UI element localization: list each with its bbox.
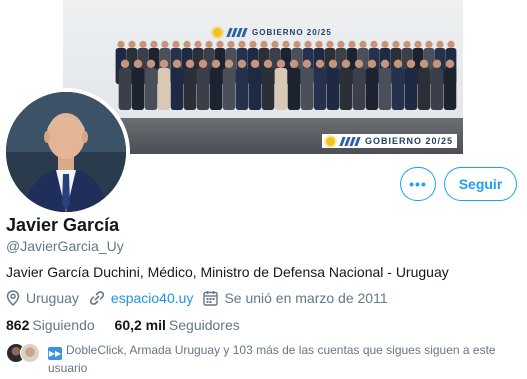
profile-meta: Uruguay espacio40.uy Se unió en marzo de…: [6, 290, 398, 306]
government-logo-top: GOBIERNO 20/25: [213, 28, 332, 37]
following-stat[interactable]: 862 Siguiendo: [6, 317, 95, 333]
location-icon: [6, 290, 20, 306]
stripes-icon: [226, 28, 248, 37]
avatar-portrait: [6, 92, 126, 212]
sun-icon: [213, 28, 222, 37]
location-item: Uruguay: [6, 290, 79, 306]
stripes-icon: [339, 136, 361, 146]
government-logo-text: GOBIERNO 20/25: [364, 136, 453, 146]
profile-handle: @JavierGarcia_Uy: [6, 238, 124, 254]
followers-label: Seguidores: [168, 317, 240, 333]
followers-count: 60,2 mil: [114, 317, 166, 333]
profile-name: Javier García: [6, 215, 120, 235]
followers-you-know-text: ▶▶ DobleClick, Armada Uruguay y 103 más d…: [48, 342, 521, 376]
followers-stat[interactable]: 60,2 mil Seguidores: [115, 317, 240, 333]
calendar-icon: [203, 291, 219, 306]
following-count: 862: [6, 317, 30, 333]
link-icon: [89, 291, 105, 305]
sun-icon: [325, 136, 335, 146]
website-item[interactable]: espacio40.uy: [89, 290, 194, 306]
joined-text: Se unió en marzo de 2011: [224, 290, 388, 306]
follow-button[interactable]: Seguir: [444, 167, 517, 201]
followers-you-know[interactable]: ▶▶ DobleClick, Armada Uruguay y 103 más d…: [6, 342, 521, 376]
follower-avatar: [20, 343, 40, 363]
website-link[interactable]: espacio40.uy: [111, 290, 194, 306]
government-logo-bottom: GOBIERNO 20/25: [321, 134, 457, 148]
more-options-button[interactable]: •••: [400, 167, 436, 201]
location-text: Uruguay: [26, 290, 79, 306]
profile-stats: 862 Siguiendo 60,2 mil Seguidores: [6, 317, 256, 333]
more-icon: •••: [409, 176, 427, 192]
fast-forward-icon: ▶▶: [48, 347, 62, 360]
followers-you-know-label: DobleClick, Armada Uruguay y 103 más de …: [48, 343, 496, 375]
profile-avatar[interactable]: [2, 88, 130, 216]
government-logo-text: GOBIERNO 20/25: [252, 28, 332, 37]
profile-bio: Javier García Duchini, Médico, Ministro …: [6, 264, 449, 280]
follower-avatars: [6, 343, 40, 363]
joined-item: Se unió en marzo de 2011: [203, 290, 388, 306]
following-label: Siguiendo: [32, 317, 95, 333]
